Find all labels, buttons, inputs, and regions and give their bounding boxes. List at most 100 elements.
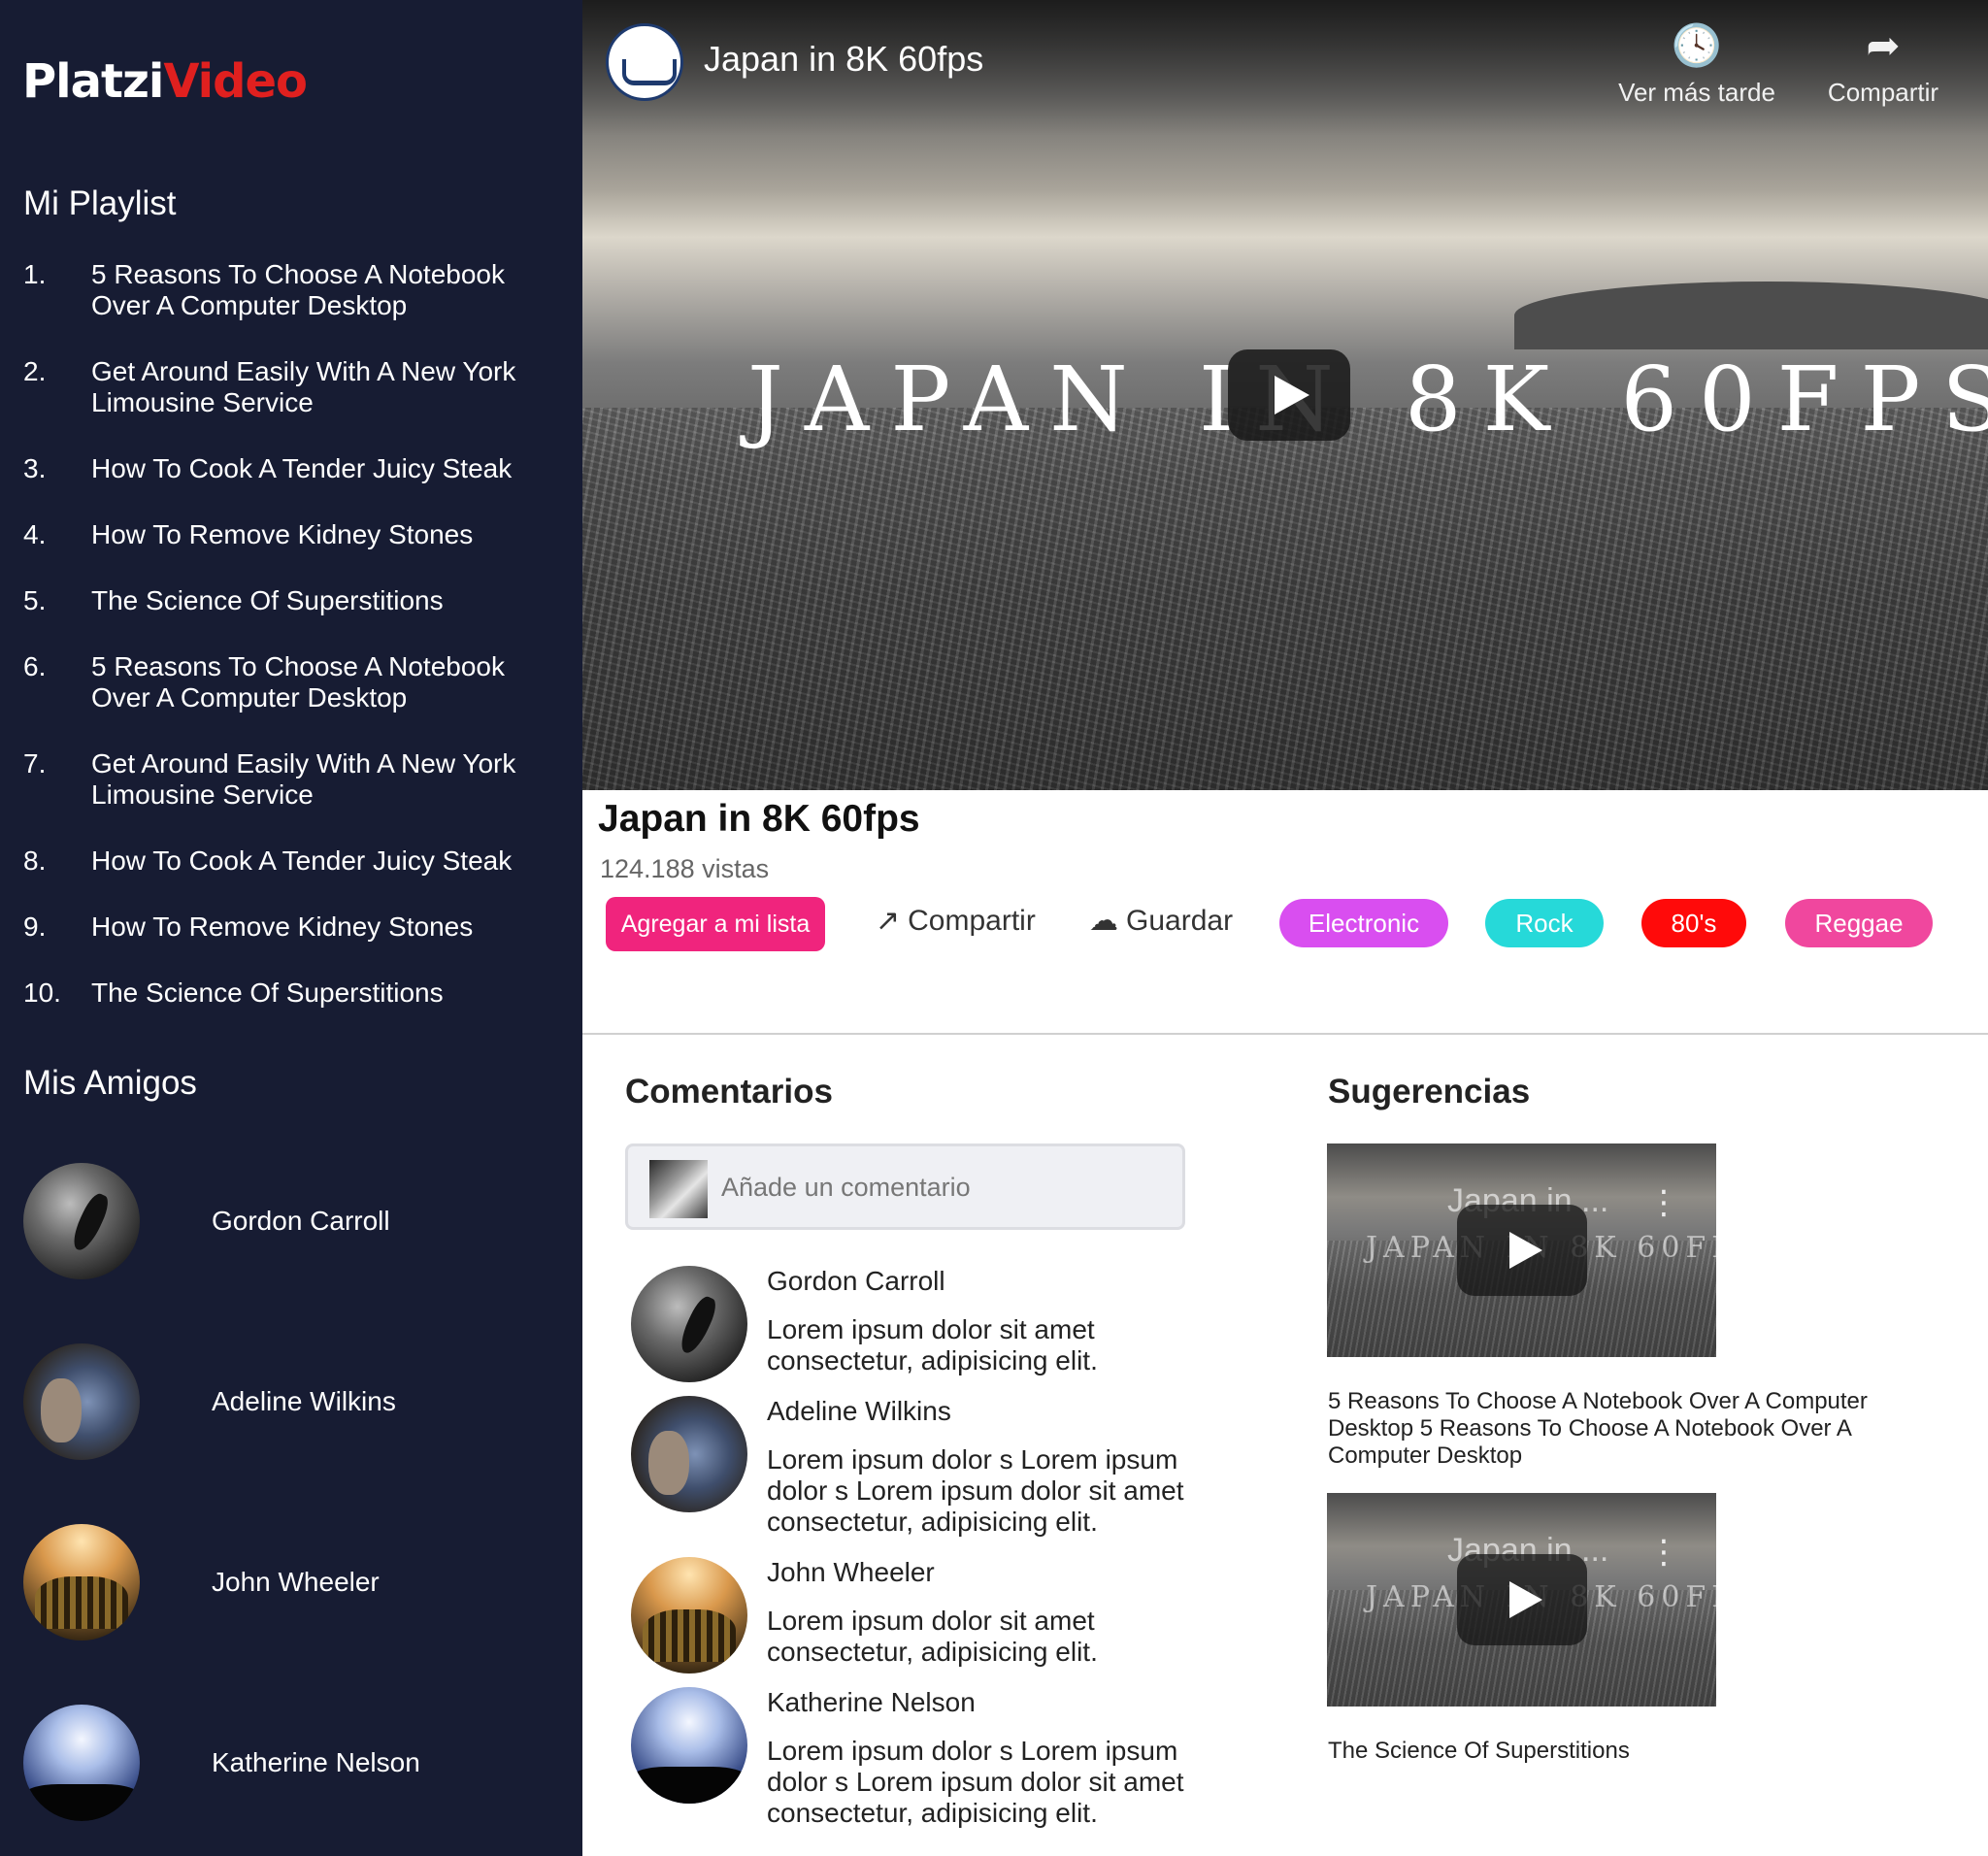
- platzi-video-logo[interactable]: PlatziVideo: [22, 54, 308, 109]
- playlist-item[interactable]: 4. How To Remove Kidney Stones: [0, 514, 582, 580]
- suggestions-heading: Sugerencias: [1328, 1073, 1531, 1110]
- comment-text: Lorem ipsum dolor s Lorem ipsum dolor s …: [767, 1736, 1184, 1828]
- avatar[interactable]: [631, 1557, 747, 1674]
- friend-item[interactable]: Adeline Wilkins: [23, 1343, 567, 1460]
- share-icon: ↗: [876, 905, 901, 937]
- playlist-item[interactable]: 5. The Science Of Superstitions: [0, 580, 582, 646]
- playlist-item-number: 2.: [23, 356, 47, 386]
- friend-item[interactable]: Katherine Nelson: [23, 1705, 567, 1821]
- avatar: [23, 1343, 140, 1460]
- comment-author[interactable]: Gordon Carroll: [767, 1266, 945, 1297]
- video-overlay-text: JAPAN IN 8K 60FPS: [747, 348, 1988, 451]
- avatar[interactable]: [631, 1266, 747, 1382]
- playlist-item-title: How To Cook A Tender Juicy Steak: [91, 845, 513, 876]
- tag-80s[interactable]: 80's: [1641, 899, 1746, 947]
- comment-input[interactable]: [721, 1164, 1168, 1210]
- video-player[interactable]: Japan in 8K 60fps 🕓 Ver más tarde ➦ Comp…: [582, 0, 1988, 790]
- avatar[interactable]: [631, 1396, 747, 1512]
- suggestion-thumbnail[interactable]: JAPAN IN 8K 60FPS Japan in ... ⋮: [1327, 1143, 1716, 1357]
- playlist-item-number: 3.: [23, 453, 47, 483]
- clock-icon: 🕓: [1671, 22, 1723, 68]
- cloud-download-icon: ☁: [1089, 905, 1118, 937]
- share-label: Compartir: [908, 905, 1036, 937]
- friend-item[interactable]: John Wheeler: [23, 1524, 567, 1641]
- suggestion-title[interactable]: 5 Reasons To Choose A Notebook Over A Co…: [1328, 1388, 1891, 1470]
- watch-later-label: Ver más tarde: [1618, 78, 1775, 107]
- tag-electronic[interactable]: Electronic: [1279, 899, 1448, 947]
- suggestion-thumbnail[interactable]: JAPAN IN 8K 60FPS Japan in ... ⋮: [1327, 1493, 1716, 1707]
- avatar: [23, 1705, 140, 1821]
- view-count: 124.188 vistas: [600, 854, 770, 883]
- playlist-item[interactable]: 2. Get Around Easily With A New York Lim…: [0, 351, 582, 448]
- comment-box[interactable]: [625, 1143, 1185, 1230]
- playlist-item-number: 1.: [23, 259, 47, 289]
- player-share-label: Compartir: [1827, 78, 1939, 107]
- video-frame-city: [582, 408, 1988, 790]
- playlist-item-number: 8.: [23, 845, 47, 876]
- friend-name: Katherine Nelson: [212, 1747, 420, 1777]
- playlist-item-title: 5 Reasons To Choose A Notebook Over A Co…: [91, 259, 506, 320]
- friend-item[interactable]: Gordon Carroll: [23, 1163, 567, 1279]
- playlist-item[interactable]: 8. How To Cook A Tender Juicy Steak: [0, 841, 582, 907]
- playlist-item[interactable]: 1. 5 Reasons To Choose A Notebook Over A…: [0, 254, 582, 351]
- share-button[interactable]: ↗ Compartir: [876, 901, 1036, 942]
- playlist-item-title: Get Around Easily With A New York Limous…: [91, 748, 516, 810]
- player-share-button[interactable]: ➦ Compartir: [1801, 21, 1966, 108]
- playlist-item[interactable]: 10. The Science Of Superstitions: [0, 973, 582, 1039]
- playlist-item-number: 5.: [23, 585, 47, 615]
- save-label: Guardar: [1126, 905, 1234, 937]
- logo-text-platzi: Platzi: [22, 54, 164, 109]
- avatar: [23, 1524, 140, 1641]
- video-frame-hills: [1514, 282, 1988, 349]
- play-icon[interactable]: [1228, 349, 1350, 441]
- add-to-list-button[interactable]: Agregar a mi lista: [606, 897, 825, 951]
- play-icon[interactable]: [1457, 1205, 1587, 1296]
- playlist-item[interactable]: 7. Get Around Easily With A New York Lim…: [0, 744, 582, 841]
- video-player-title[interactable]: Japan in 8K 60fps: [704, 39, 983, 80]
- playlist-item-title: Get Around Easily With A New York Limous…: [91, 356, 516, 417]
- playlist-item-number: 6.: [23, 651, 47, 681]
- more-options-icon[interactable]: ⋮: [1647, 1536, 1680, 1569]
- comment-text: Lorem ipsum dolor sit amet consectetur, …: [767, 1606, 1098, 1667]
- user-thumbnail: [649, 1160, 708, 1218]
- video-title: Japan in 8K 60fps: [598, 798, 920, 840]
- playlist-item[interactable]: 3. How To Cook A Tender Juicy Steak: [0, 448, 582, 514]
- share-arrow-icon: ➦: [1866, 22, 1901, 68]
- play-icon[interactable]: [1457, 1554, 1587, 1645]
- friends-heading: Mis Amigos: [23, 1064, 197, 1102]
- playlist-item-number: 4.: [23, 519, 47, 549]
- save-button[interactable]: ☁ Guardar: [1089, 901, 1233, 942]
- comment-text: Lorem ipsum dolor s Lorem ipsum dolor s …: [767, 1444, 1184, 1537]
- comment-author[interactable]: John Wheeler: [767, 1557, 935, 1588]
- comments-heading: Comentarios: [625, 1073, 833, 1110]
- more-options-icon[interactable]: ⋮: [1647, 1186, 1680, 1219]
- playlist-item-title: How To Remove Kidney Stones: [91, 519, 474, 549]
- avatar[interactable]: [631, 1687, 747, 1804]
- playlist-item[interactable]: 9. How To Remove Kidney Stones: [0, 907, 582, 973]
- suggestion-title[interactable]: The Science Of Superstitions: [1328, 1738, 1891, 1765]
- tag-rock[interactable]: Rock: [1485, 899, 1604, 947]
- comment-author[interactable]: Adeline Wilkins: [767, 1396, 951, 1427]
- friend-name: Gordon Carroll: [212, 1206, 390, 1236]
- playlist: 1. 5 Reasons To Choose A Notebook Over A…: [0, 254, 582, 1039]
- comment-author[interactable]: Katherine Nelson: [767, 1687, 976, 1718]
- playlist-item-title: 5 Reasons To Choose A Notebook Over A Co…: [91, 651, 506, 713]
- playlist-item-number: 10.: [23, 978, 61, 1008]
- playlist-item-title: How To Remove Kidney Stones: [91, 911, 474, 942]
- tag-reggae[interactable]: Reggae: [1785, 899, 1933, 947]
- playlist-item-title: The Science Of Superstitions: [91, 978, 444, 1008]
- playlist-item[interactable]: 6. 5 Reasons To Choose A Notebook Over A…: [0, 646, 582, 744]
- playlist-item-number: 7.: [23, 748, 47, 779]
- playlist-item-title: How To Cook A Tender Juicy Steak: [91, 453, 513, 483]
- friend-name: John Wheeler: [212, 1567, 380, 1597]
- avatar: [23, 1163, 140, 1279]
- section-divider: [582, 1033, 1988, 1035]
- playlist-heading: Mi Playlist: [23, 184, 177, 222]
- sidebar: PlatziVideo Mi Playlist 1. 5 Reasons To …: [0, 0, 582, 1856]
- playlist-item-number: 9.: [23, 911, 47, 942]
- watch-later-button[interactable]: 🕓 Ver más tarde: [1614, 21, 1779, 108]
- channel-logo-icon[interactable]: [606, 23, 683, 101]
- comment-text: Lorem ipsum dolor sit amet consectetur, …: [767, 1314, 1098, 1375]
- playlist-item-title: The Science Of Superstitions: [91, 585, 444, 615]
- logo-text-video: Video: [163, 54, 308, 109]
